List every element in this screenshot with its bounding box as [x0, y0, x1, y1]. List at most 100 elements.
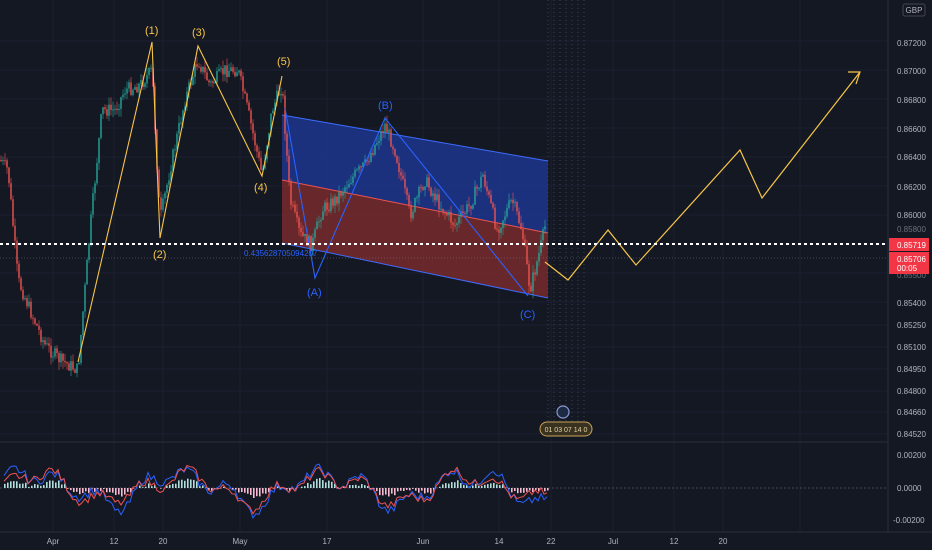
oscillator-bar — [145, 486, 147, 488]
candle-body — [42, 340, 44, 343]
candle-body — [322, 211, 324, 220]
oscillator-bar — [247, 488, 249, 494]
candle-body — [22, 289, 24, 300]
oscillator-bar — [484, 484, 486, 488]
candle-body — [46, 343, 48, 345]
candle-body — [130, 82, 132, 95]
candle-body — [374, 144, 376, 155]
price-tick: 0.86000 — [897, 211, 926, 220]
candle-body — [196, 64, 198, 67]
oscillator-bar — [514, 488, 516, 492]
candle-body — [206, 72, 208, 81]
candle-body — [36, 323, 38, 326]
oscillator-bar — [313, 481, 315, 488]
oscillator-bar — [142, 487, 144, 488]
candle-body — [426, 177, 428, 187]
candle-body — [92, 193, 94, 215]
oscillator-bar — [472, 485, 474, 488]
candle-body — [76, 363, 78, 373]
oscillator-bar — [493, 482, 495, 488]
candle-body — [522, 229, 524, 240]
oscillator-bar — [49, 480, 51, 488]
candle-body — [148, 67, 150, 76]
candle-body — [410, 205, 412, 219]
oscillator-bar — [331, 481, 333, 488]
oscillator-bar — [400, 488, 402, 491]
candle-body — [420, 187, 422, 189]
candle-body — [74, 369, 76, 373]
candle-body — [354, 170, 356, 177]
oscillator-bar — [451, 482, 453, 488]
oscillator-bar — [52, 480, 54, 488]
price-tick: 0.85250 — [897, 321, 926, 330]
candle-body — [286, 133, 288, 156]
candle-body — [162, 198, 164, 210]
oscillator-bar — [172, 483, 174, 488]
candle-body — [210, 81, 212, 83]
wave-label-b: (B) — [378, 100, 393, 112]
oscillator-bar — [352, 485, 354, 488]
oscillator-bar — [100, 488, 102, 492]
oscillator-bar — [397, 488, 399, 492]
oscillator-bar — [421, 488, 423, 491]
oscillator-bar — [235, 488, 237, 490]
oscillator-bar — [250, 488, 252, 496]
oscillator-bar — [25, 482, 27, 488]
oscillator-bar — [115, 488, 117, 496]
candle-body — [390, 129, 392, 147]
candle-body — [504, 216, 506, 221]
oscillator-bar — [43, 485, 45, 488]
candle-body — [60, 353, 62, 363]
oscillator-bar — [175, 483, 177, 488]
candle-body — [160, 197, 162, 210]
oscillator-bar — [409, 488, 411, 491]
candle-body — [234, 71, 236, 77]
oscillator-bar — [184, 480, 186, 488]
candle-body — [38, 325, 40, 330]
time-tick: 14 — [495, 537, 504, 546]
time-axis-panel[interactable] — [0, 532, 888, 550]
candle-body — [498, 229, 500, 233]
oscillator-bar — [244, 488, 246, 493]
trading-chart[interactable]: 0.435628705094207 (1) (2) (3) (4) (5) (A… — [0, 0, 932, 550]
oscillator-bar — [301, 486, 303, 488]
candle-body — [332, 198, 334, 206]
wave-label-3: (3) — [192, 27, 205, 39]
candle-body — [444, 212, 446, 214]
candle-body — [222, 68, 224, 75]
candle-body — [430, 187, 432, 196]
candle-body — [468, 204, 470, 206]
oscillator-bar — [457, 480, 459, 488]
candle-body — [356, 169, 358, 171]
oscillator-bar — [355, 484, 357, 488]
candle-body — [168, 180, 170, 185]
candle-body — [174, 149, 176, 151]
event-icon — [556, 405, 570, 419]
candle-body — [246, 93, 248, 103]
candle-body — [192, 76, 194, 85]
candle-body — [32, 317, 34, 319]
time-tick: Jun — [417, 537, 430, 546]
oscillator-bar — [463, 485, 465, 488]
candle-body — [256, 145, 258, 152]
candle-body — [70, 361, 72, 371]
candle-body — [376, 142, 378, 145]
candle-body — [204, 66, 206, 73]
candle-body — [296, 211, 298, 218]
oscillator-bar — [415, 488, 417, 491]
candle-body — [398, 162, 400, 173]
candle-body — [232, 67, 234, 72]
time-tick: 12 — [670, 537, 679, 546]
candle-body — [438, 194, 440, 210]
candle-body — [136, 87, 138, 93]
oscillator-bar — [385, 488, 387, 495]
oscillator-bar — [133, 488, 135, 489]
oscillator-bar — [403, 488, 405, 492]
oscillator-bar — [379, 488, 381, 496]
candle-body — [16, 240, 18, 264]
candle-body — [90, 214, 92, 244]
time-tick: 20 — [719, 537, 728, 546]
price-tick: 0.86200 — [897, 183, 926, 192]
candle-body — [300, 227, 302, 233]
candle-body — [84, 284, 86, 312]
